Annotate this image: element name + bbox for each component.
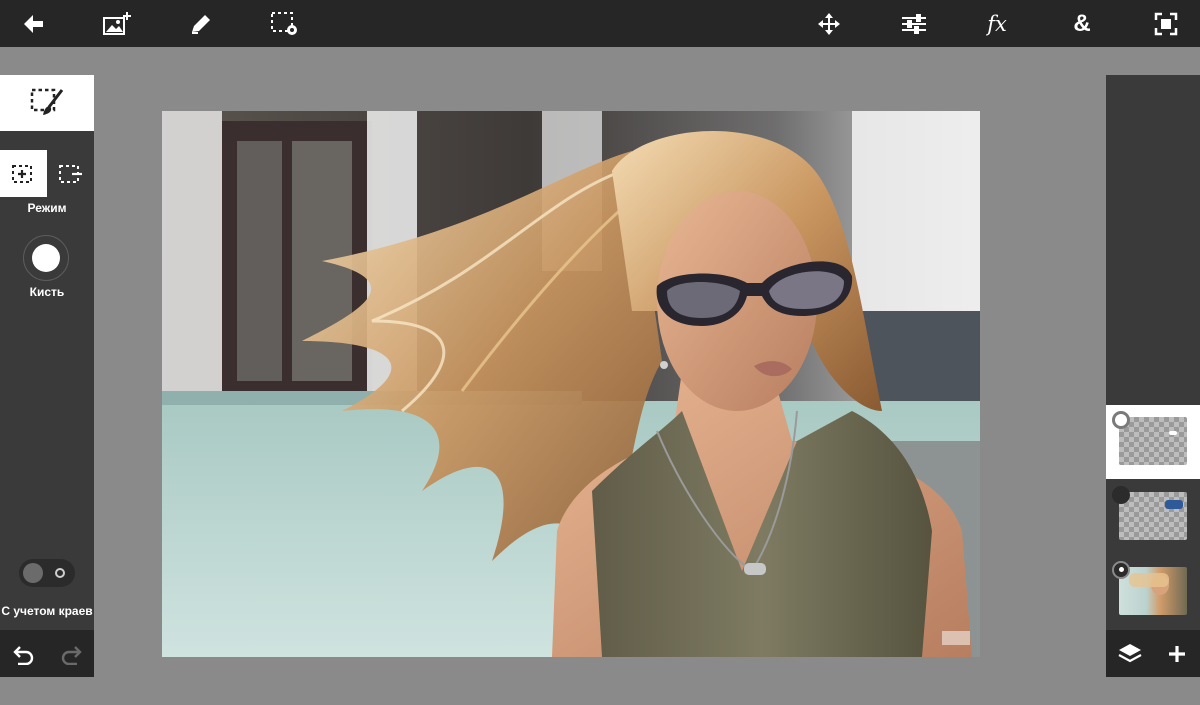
back-button[interactable]	[6, 0, 62, 47]
fx-icon: fx	[987, 11, 1007, 36]
layer-visibility-icon[interactable]	[1112, 411, 1130, 429]
blend-button[interactable]: &	[1054, 0, 1110, 47]
add-layer-button[interactable]	[1153, 630, 1200, 677]
brush-label: Кисть	[29, 285, 65, 299]
layers-panel	[1106, 75, 1200, 677]
fit-screen-button[interactable]	[1138, 0, 1194, 47]
back-arrow-icon	[24, 14, 43, 33]
plus-icon	[1168, 645, 1185, 662]
toggle-knob	[23, 563, 43, 583]
layers-button[interactable]	[1106, 630, 1153, 677]
selection-settings-button[interactable]	[257, 0, 313, 47]
adjustments-button[interactable]	[886, 0, 942, 47]
add-image-button[interactable]	[89, 0, 145, 47]
selection-settings-icon	[271, 11, 297, 35]
layers-toolbar	[1106, 630, 1200, 677]
redo-button[interactable]	[47, 630, 94, 677]
layer-item-2[interactable]	[1106, 480, 1200, 554]
layer-thumbnail-glasses	[1119, 492, 1187, 540]
layers-icon	[1117, 643, 1142, 662]
add-selection-mode-button[interactable]	[0, 150, 47, 197]
selection-brush-tool[interactable]	[0, 75, 94, 131]
photo-of-woman	[162, 111, 980, 657]
move-button[interactable]	[801, 0, 857, 47]
top-toolbar: fx &	[0, 0, 1200, 47]
layer-visibility-icon[interactable]	[1112, 561, 1130, 579]
tool-options-panel: Режим Кисть С учетом краев	[0, 75, 94, 677]
undo-icon	[12, 645, 33, 665]
undo-button[interactable]	[0, 630, 47, 677]
pencil-button[interactable]	[173, 0, 229, 47]
blend-icon: &	[1073, 9, 1091, 37]
layer-item-3[interactable]	[1106, 555, 1200, 629]
edge-aware-toggle[interactable]	[19, 559, 75, 587]
layer-visibility-icon[interactable]	[1112, 486, 1130, 504]
fx-button[interactable]: fx	[969, 0, 1025, 47]
add-selection-icon	[11, 164, 32, 183]
add-image-icon	[103, 11, 131, 35]
move-icon	[818, 12, 840, 35]
mode-label: Режим	[27, 201, 67, 215]
layer-thumbnail-transparent	[1119, 417, 1187, 465]
edge-aware-label: С учетом краев	[1, 604, 93, 618]
fit-screen-icon	[1154, 12, 1178, 35]
pencil-icon	[192, 14, 210, 34]
canvas-image[interactable]	[162, 111, 980, 657]
history-bar	[0, 630, 94, 677]
brush-preview-icon	[32, 244, 60, 272]
adjustments-icon	[902, 13, 926, 34]
subtract-selection-mode-button[interactable]	[47, 150, 94, 197]
redo-icon	[61, 645, 82, 665]
toggle-ring-icon	[55, 568, 65, 578]
layer-item-1[interactable]	[1106, 405, 1200, 479]
layer-thumbnail-photo	[1119, 567, 1187, 615]
selection-brush-icon	[30, 88, 64, 115]
subtract-selection-icon	[58, 164, 82, 183]
brush-size-button[interactable]	[23, 235, 69, 281]
